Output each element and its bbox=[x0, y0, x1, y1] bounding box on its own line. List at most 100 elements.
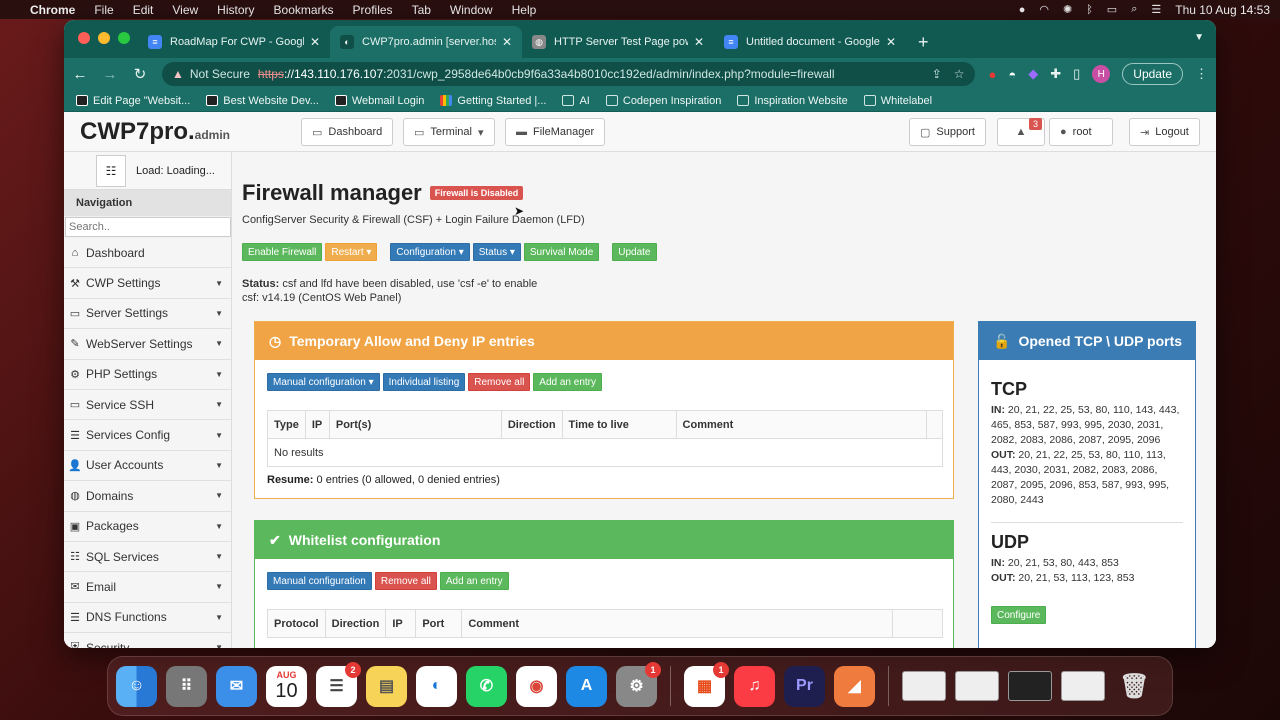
bookmark-item[interactable]: Edit Page "Websit... bbox=[76, 95, 190, 107]
premiere-icon[interactable]: Pr bbox=[784, 665, 825, 707]
minimized-window-thumbnail[interactable] bbox=[955, 671, 999, 701]
back-icon[interactable]: ← bbox=[72, 66, 88, 83]
column-header[interactable]: Direction bbox=[324, 609, 387, 638]
add-entry-button[interactable]: Add an entry bbox=[439, 572, 509, 590]
sidebar-item-webserver-settings[interactable]: ✎ WebServer Settings ▼ bbox=[64, 329, 231, 360]
sidebar-item-security[interactable]: ⛨ Security ▼ bbox=[64, 633, 231, 648]
close-icon[interactable]: ✕ bbox=[886, 35, 896, 49]
column-header[interactable]: IP bbox=[304, 410, 330, 439]
browser-tab[interactable]: ≡ Untitled document - Google D ✕ bbox=[714, 26, 906, 58]
spotlight-icon[interactable]: ⌕ bbox=[1131, 3, 1137, 16]
dashboard-button[interactable]: ▭ Dashboard bbox=[301, 118, 394, 146]
finder-icon[interactable]: ☺ bbox=[116, 665, 157, 707]
bookmark-folder[interactable]: Whitelabel bbox=[863, 95, 932, 107]
configuration-button[interactable]: Configuration ▾ bbox=[390, 243, 470, 261]
close-icon[interactable]: ✕ bbox=[310, 35, 320, 49]
cwp-logo[interactable]: CWP7pro.admin bbox=[80, 118, 300, 146]
sidebar-item-services-config[interactable]: ☰ Services Config ▼ bbox=[64, 420, 231, 451]
browser-tab[interactable]: ◍ HTTP Server Test Page powere ✕ bbox=[522, 26, 714, 58]
wifi-icon[interactable]: ◠ bbox=[1039, 3, 1049, 16]
column-header[interactable]: IP bbox=[385, 609, 417, 638]
update-chrome-button[interactable]: Update bbox=[1122, 63, 1183, 85]
forward-icon[interactable]: → bbox=[102, 66, 118, 83]
record-icon[interactable]: ● bbox=[1019, 4, 1026, 16]
database-icon[interactable]: ☷ bbox=[96, 154, 126, 187]
chrome-icon[interactable]: ◉ bbox=[516, 665, 557, 707]
minimized-window-thumbnail[interactable] bbox=[1061, 671, 1105, 701]
column-header[interactable]: Direction bbox=[500, 410, 563, 439]
manual-configuration-button[interactable]: Manual configuration ▾ bbox=[267, 373, 380, 391]
column-header[interactable]: Protocol bbox=[267, 609, 326, 638]
music-icon[interactable]: ♫ bbox=[734, 665, 775, 707]
sidebar-item-dashboard[interactable]: ⌂ Dashboard bbox=[64, 238, 231, 269]
battery-icon[interactable]: ▭ bbox=[1107, 3, 1117, 16]
brightness-icon[interactable]: ✺ bbox=[1063, 3, 1072, 16]
bookmark-folder[interactable]: AI bbox=[562, 95, 590, 107]
menu-bookmarks[interactable]: Bookmarks bbox=[274, 3, 334, 17]
sidebar-item-email[interactable]: ✉ Email ▼ bbox=[64, 572, 231, 603]
sidebar-item-sql-services[interactable]: ☷ SQL Services ▼ bbox=[64, 541, 231, 573]
whatsapp-icon[interactable]: ✆ bbox=[466, 665, 507, 707]
sidebar-item-dns-functions[interactable]: ☰ DNS Functions ▼ bbox=[64, 602, 231, 634]
column-header[interactable]: Comment bbox=[675, 410, 928, 439]
menu-history[interactable]: History bbox=[217, 3, 254, 17]
share-icon[interactable]: ⇪ bbox=[932, 67, 942, 81]
column-header[interactable]: Port(s) bbox=[328, 410, 502, 439]
office-icon[interactable]: ▦ 1 bbox=[684, 661, 729, 707]
bookmark-folder[interactable]: Codepen Inspiration bbox=[605, 95, 721, 107]
column-header[interactable]: Type bbox=[267, 410, 306, 439]
restart-button[interactable]: Restart ▾ bbox=[325, 243, 378, 261]
browser-tab-active[interactable]: ◐ CWP7pro.admin [server.hostin ✕ bbox=[330, 26, 522, 58]
sidebar-item-domains[interactable]: ◍ Domains ▼ bbox=[64, 481, 231, 512]
remove-all-button[interactable]: Remove all bbox=[468, 373, 531, 391]
bookmark-item[interactable]: Getting Started |... bbox=[440, 95, 546, 107]
app-store-icon[interactable]: A bbox=[566, 665, 607, 707]
update-button[interactable]: Update bbox=[612, 243, 657, 261]
column-header[interactable]: Port bbox=[415, 609, 463, 638]
address-bar[interactable]: ▲ Not Secure https ://143.110.176.107 :2… bbox=[162, 62, 975, 86]
system-settings-icon[interactable]: ⚙ 1 bbox=[616, 661, 661, 707]
sidebar-item-server-settings[interactable]: ▭ Server Settings ▼ bbox=[64, 298, 231, 330]
menu-file[interactable]: File bbox=[94, 3, 113, 17]
control-center-icon[interactable]: ☰ bbox=[1151, 3, 1161, 16]
star-icon[interactable]: ☆ bbox=[954, 67, 965, 81]
close-icon[interactable]: ✕ bbox=[502, 35, 512, 49]
notifications-button[interactable]: ▲ 3 bbox=[997, 118, 1045, 146]
close-icon[interactable]: ✕ bbox=[694, 35, 704, 49]
menubar-clock[interactable]: Thu 10 Aug 14:53 bbox=[1175, 3, 1270, 17]
sidebar-search-input[interactable] bbox=[65, 217, 231, 237]
bookmark-item[interactable]: Best Website Dev... bbox=[206, 95, 319, 107]
sidebar-item-service-ssh[interactable]: ▭ Service SSH ▼ bbox=[64, 389, 231, 421]
bookmark-folder[interactable]: Inspiration Website bbox=[737, 95, 848, 107]
sidebar-item-packages[interactable]: ▣ Packages ▼ bbox=[64, 511, 231, 542]
survival-mode-button[interactable]: Survival Mode bbox=[523, 243, 600, 261]
pokeball-extension-icon[interactable]: ◓ bbox=[1008, 67, 1016, 82]
tab-search-icon[interactable]: ▼ bbox=[1194, 32, 1204, 43]
filemanager-button[interactable]: ▬ FileManager bbox=[505, 118, 606, 146]
launchpad-icon[interactable]: ⠿ bbox=[166, 665, 207, 707]
mail-icon[interactable]: ✉ bbox=[216, 665, 257, 707]
remove-all-button[interactable]: Remove all bbox=[374, 572, 437, 590]
minimize-window-button[interactable] bbox=[98, 32, 110, 44]
extension-icon[interactable]: ◆ bbox=[1028, 66, 1038, 82]
configure-ports-button[interactable]: Configure bbox=[991, 606, 1047, 624]
kebab-menu-icon[interactable]: ⋮ bbox=[1195, 66, 1208, 82]
menu-edit[interactable]: Edit bbox=[133, 3, 154, 17]
extension-icon[interactable]: ● bbox=[989, 67, 997, 82]
column-header[interactable]: Comment bbox=[461, 609, 893, 638]
bluetooth-icon[interactable]: ᛒ bbox=[1086, 4, 1093, 16]
menu-profiles[interactable]: Profiles bbox=[353, 3, 393, 17]
menu-view[interactable]: View bbox=[172, 3, 198, 17]
not-secure-label[interactable]: Not Secure bbox=[190, 67, 250, 81]
menu-help[interactable]: Help bbox=[512, 3, 537, 17]
menu-window[interactable]: Window bbox=[450, 3, 493, 17]
calendar-icon[interactable]: AUG 10 bbox=[266, 665, 307, 707]
trash-icon[interactable]: 🗑 bbox=[1114, 666, 1155, 707]
sidebar-item-user-accounts[interactable]: 👤 User Accounts ▼ bbox=[64, 450, 231, 482]
sidebar-item-cwp-settings[interactable]: ⚒ CWP Settings ▼ bbox=[64, 268, 231, 299]
logout-button[interactable]: ⇥ Logout bbox=[1129, 118, 1200, 146]
edge-icon[interactable]: ◐ bbox=[416, 665, 457, 707]
browser-tab[interactable]: ≡ RoadMap For CWP - Google D ✕ bbox=[138, 26, 330, 58]
user-menu-button[interactable]: ● root bbox=[1049, 118, 1113, 146]
terminal-button[interactable]: ▭ Terminal ▾ bbox=[403, 118, 495, 146]
